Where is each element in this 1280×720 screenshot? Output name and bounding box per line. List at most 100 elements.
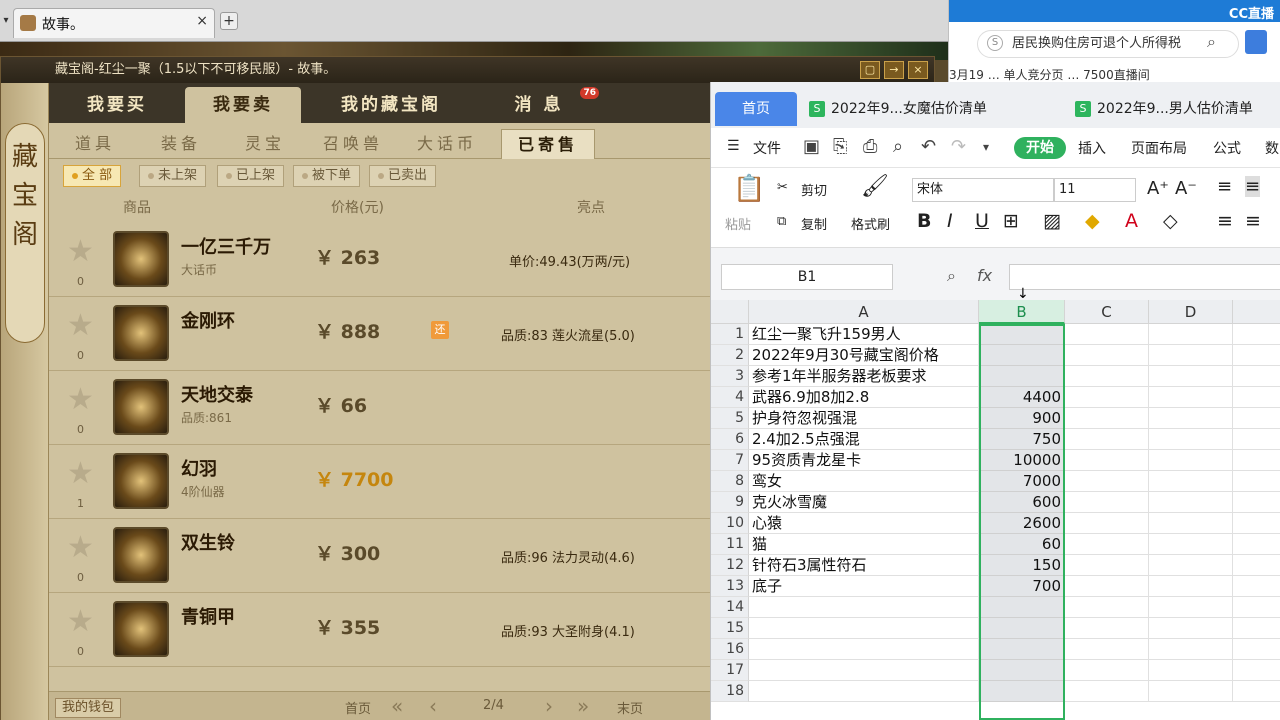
cell-e[interactable] xyxy=(1233,324,1280,345)
filter-unlisted[interactable]: 未上架 xyxy=(139,165,207,187)
cell-a[interactable]: 克火冰雪魔 xyxy=(749,492,979,513)
cell-b[interactable] xyxy=(979,324,1065,345)
cell-d[interactable] xyxy=(1149,681,1233,702)
row-header[interactable]: 13 xyxy=(711,576,749,597)
cell-a[interactable]: 2022年9月30号藏宝阁价格 xyxy=(749,345,979,366)
cell-a[interactable] xyxy=(749,597,979,618)
cell-c[interactable] xyxy=(1065,471,1149,492)
cell-c[interactable] xyxy=(1065,555,1149,576)
row-header[interactable]: 15 xyxy=(711,618,749,639)
search-icon[interactable]: ⌕ xyxy=(1207,32,1216,52)
cell-a[interactable]: 心猿 xyxy=(749,513,979,534)
favorite-star-icon[interactable]: ★ xyxy=(67,607,94,637)
my-wallet-button[interactable]: 我的钱包 xyxy=(55,698,122,718)
cell-b[interactable]: 150 xyxy=(979,555,1065,576)
formula-input[interactable] xyxy=(1009,264,1280,290)
cell-e[interactable] xyxy=(1233,366,1280,387)
cell-b[interactable]: 2600 xyxy=(979,513,1065,534)
undo-icon[interactable]: ↶ xyxy=(921,136,936,157)
favorite-star-icon[interactable]: ★ xyxy=(67,237,94,267)
copy-button[interactable]: 复制 xyxy=(801,214,827,233)
new-tab-button[interactable]: + xyxy=(220,12,238,30)
cell-c[interactable] xyxy=(1065,534,1149,555)
decrease-font-icon[interactable]: A⁻ xyxy=(1175,178,1197,199)
cell-c[interactable] xyxy=(1065,366,1149,387)
cell-c[interactable] xyxy=(1065,387,1149,408)
function-icon[interactable]: fx xyxy=(977,266,992,285)
tab-home[interactable]: 首页 xyxy=(715,92,797,126)
cell-b[interactable]: 60 xyxy=(979,534,1065,555)
cell-d[interactable] xyxy=(1149,513,1233,534)
tab-messages[interactable]: 消 息 76 xyxy=(481,87,599,123)
left-arrow-icon[interactable]: ‹ xyxy=(429,694,437,718)
subtab-items[interactable]: 道具 xyxy=(55,129,135,159)
cell-c[interactable] xyxy=(1065,513,1149,534)
redo-icon[interactable]: ↷ xyxy=(951,136,966,157)
row-header[interactable]: 5 xyxy=(711,408,749,429)
cell-d[interactable] xyxy=(1149,324,1233,345)
cut-icon[interactable]: ✂ xyxy=(777,180,788,195)
cell-d[interactable] xyxy=(1149,408,1233,429)
cell-d[interactable] xyxy=(1149,387,1233,408)
browser-tab[interactable]: 故事。 × xyxy=(13,8,215,38)
cell-e[interactable] xyxy=(1233,597,1280,618)
export-icon[interactable]: ⎘ xyxy=(833,136,847,157)
favorite-star-icon[interactable]: ★ xyxy=(67,311,94,341)
double-right-arrow-icon[interactable]: » xyxy=(577,694,589,718)
close-tab-icon[interactable]: × xyxy=(196,13,208,29)
menu-formula[interactable]: 公式 xyxy=(1213,138,1241,158)
paste-button[interactable]: 粘贴 xyxy=(725,214,751,233)
cell-e[interactable] xyxy=(1233,681,1280,702)
row-header[interactable]: 4 xyxy=(711,387,749,408)
cell-d[interactable] xyxy=(1149,597,1233,618)
cell-b[interactable] xyxy=(979,345,1065,366)
cell-c[interactable] xyxy=(1065,597,1149,618)
subtab-consigned[interactable]: 已寄售 xyxy=(501,129,595,159)
name-box[interactable]: B1 xyxy=(721,264,893,290)
cell-b[interactable]: 750 xyxy=(979,429,1065,450)
cell-e[interactable] xyxy=(1233,618,1280,639)
cell-e[interactable] xyxy=(1233,387,1280,408)
last-page-link[interactable]: 末页 xyxy=(617,698,643,717)
row-header[interactable]: 7 xyxy=(711,450,749,471)
row-header[interactable]: 9 xyxy=(711,492,749,513)
filter-all[interactable]: 全 部 xyxy=(63,165,122,187)
cell-a[interactable] xyxy=(749,660,979,681)
format-painter-icon[interactable]: 🖌 xyxy=(861,174,889,199)
cell-c[interactable] xyxy=(1065,618,1149,639)
cell-e[interactable] xyxy=(1233,429,1280,450)
fill-color-icon[interactable]: ◆ xyxy=(1085,210,1100,232)
cell-d[interactable] xyxy=(1149,618,1233,639)
cell-b[interactable]: 700 xyxy=(979,576,1065,597)
print-icon[interactable]: ⎙ xyxy=(863,136,877,157)
cut-button[interactable]: 剪切 xyxy=(801,180,827,199)
column-header-d[interactable]: D xyxy=(1149,300,1233,324)
align-left-icon[interactable]: ≡ xyxy=(1217,210,1233,232)
cell-d[interactable] xyxy=(1149,345,1233,366)
row-header[interactable]: 3 xyxy=(711,366,749,387)
shrink-icon[interactable]: ▢ xyxy=(860,61,880,79)
column-header-c[interactable]: C xyxy=(1065,300,1149,324)
cell-a[interactable]: 底子 xyxy=(749,576,979,597)
first-page-link[interactable]: 首页 xyxy=(345,698,371,717)
row-header[interactable]: 1 xyxy=(711,324,749,345)
filter-listed[interactable]: 已上架 xyxy=(217,165,285,187)
subtab-summon-beasts[interactable]: 召唤兽 xyxy=(307,129,399,159)
font-color-icon[interactable]: A xyxy=(1125,210,1138,232)
cell-c[interactable] xyxy=(1065,660,1149,681)
save-icon[interactable]: ▣ xyxy=(803,136,820,157)
cell-a[interactable]: 针符石3属性符石 xyxy=(749,555,979,576)
double-left-arrow-icon[interactable]: « xyxy=(391,694,403,718)
cell-d[interactable] xyxy=(1149,429,1233,450)
cell-a[interactable] xyxy=(749,618,979,639)
quick-access-dropdown-icon[interactable]: ▾ xyxy=(983,140,989,154)
cell-e[interactable] xyxy=(1233,450,1280,471)
cell-e[interactable] xyxy=(1233,576,1280,597)
cell-c[interactable] xyxy=(1065,450,1149,471)
preview-icon[interactable]: ⌕ xyxy=(893,136,903,157)
border-icon[interactable]: ⊞ xyxy=(1003,210,1019,232)
search-input[interactable]: 居民换购住房可退个人所得税 xyxy=(977,30,1239,58)
zoom-icon[interactable]: ⌕ xyxy=(947,266,956,286)
tab-sell[interactable]: 我要卖 xyxy=(185,87,301,123)
select-all-corner[interactable] xyxy=(711,300,749,324)
